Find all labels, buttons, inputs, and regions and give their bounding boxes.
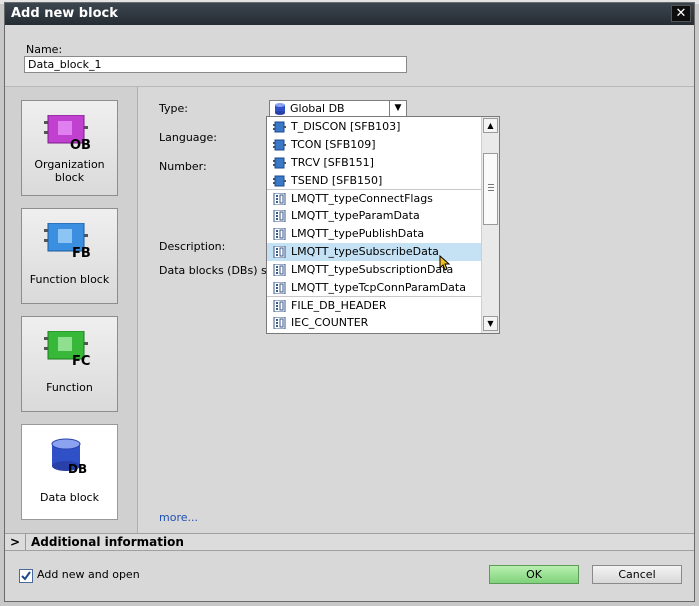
udt-icon [273, 282, 286, 294]
svg-text:FB: FB [72, 246, 91, 259]
dropdown-item-label: TRCV [SFB151] [291, 156, 374, 169]
divider [25, 534, 26, 550]
organization-block-label: Organization block [34, 158, 105, 184]
function-block-label: Function block [29, 273, 110, 286]
udt-icon [273, 210, 286, 222]
dialog-title: Add new block [11, 6, 118, 21]
organization-block-icon: OB [44, 115, 91, 151]
additional-information-bar[interactable]: > Additional information [5, 533, 694, 551]
function-block-tile[interactable]: FB Function block [21, 208, 118, 304]
dropdown-item-label: TSEND [SFB150] [291, 174, 383, 187]
dropdown-item-label: LMQTT_typeTcpConnParamData [291, 281, 466, 294]
function-icon: FC [44, 331, 90, 367]
dropdown-item-label: LMQTT_typePublishData [291, 227, 425, 240]
global-db-icon [275, 103, 285, 115]
data-block-icon: DB [51, 438, 87, 476]
dropdown-item-label: IEC_COUNTER [291, 316, 369, 329]
dropdown-item[interactable]: LMQTT_typeParamData [267, 207, 481, 225]
dropdown-item-label: LMQTT_typeParamData [291, 209, 420, 222]
svg-text:FC: FC [72, 354, 90, 367]
function-tile[interactable]: FC Function [21, 316, 118, 412]
grip-line [488, 187, 494, 188]
udt-icon [273, 246, 286, 258]
dialog-titlebar[interactable]: Add new block ✕ [5, 3, 694, 25]
dialog-footer: Add new and open OK Cancel [5, 552, 694, 601]
description-label: Description: [159, 240, 226, 253]
ok-button[interactable]: OK [489, 565, 579, 584]
name-input[interactable] [24, 56, 407, 73]
chevron-right-icon[interactable]: > [10, 535, 20, 549]
type-select-value: Global DB [290, 102, 345, 115]
cancel-button[interactable]: Cancel [592, 565, 682, 584]
dropdown-item-label: FILE_DB_HEADER [291, 299, 387, 312]
dropdown-item-label: LMQTT_typeSubscriptionData [291, 263, 454, 276]
data-block-label: Data block [40, 491, 99, 504]
data-block-tile[interactable]: DB Data block [21, 424, 118, 520]
dropdown-item[interactable]: T_DISCON [SFB103] [267, 118, 481, 136]
sfb-icon [273, 121, 286, 133]
scroll-down-button[interactable]: ▼ [483, 316, 498, 331]
description-text: Data blocks (DBs) sa [159, 264, 269, 277]
scroll-thumb[interactable] [483, 153, 498, 225]
mouse-cursor-icon [439, 255, 451, 271]
dropdown-item-label: TCON [SFB109] [291, 138, 376, 151]
checkmark-icon [21, 571, 31, 581]
add-new-and-open-label: Add new and open [37, 568, 140, 581]
chevron-down-icon[interactable]: ▼ [389, 101, 406, 116]
dropdown-scrollbar[interactable]: ▲ ▼ [481, 117, 499, 333]
name-label: Name: [26, 43, 63, 56]
type-label: Type: [159, 102, 188, 115]
function-label: Function [46, 381, 93, 394]
udt-icon [273, 193, 286, 205]
dropdown-item-label: LMQTT_typeConnectFlags [291, 192, 433, 205]
grip-line [488, 190, 494, 191]
svg-text:DB: DB [68, 462, 87, 476]
close-button[interactable]: ✕ [671, 5, 691, 22]
dropdown-item[interactable]: LMQTT_typeTcpConnParamData [267, 279, 481, 297]
function-block-icon: FB [44, 223, 91, 259]
sfb-icon [273, 175, 286, 187]
udt-icon [273, 264, 286, 276]
udt-icon [273, 228, 286, 240]
dropdown-item[interactable]: IEC_COUNTER [267, 314, 481, 332]
sfb-icon [273, 139, 286, 151]
dropdown-item-label: T_DISCON [SFB103] [291, 120, 401, 133]
svg-text:OB: OB [70, 138, 91, 151]
dropdown-item[interactable]: TRCV [SFB151] [267, 154, 481, 172]
dropdown-item[interactable]: LMQTT_typePublishData [267, 225, 481, 243]
udt-icon [273, 317, 286, 329]
scroll-up-button[interactable]: ▲ [483, 118, 498, 133]
type-select[interactable]: Global DB ▼ [269, 100, 407, 117]
dropdown-item[interactable]: TCON [SFB109] [267, 136, 481, 154]
name-section: Name: [5, 25, 694, 87]
block-type-panel: OB Organization block FB Function block … [5, 87, 138, 533]
sfb-icon [273, 157, 286, 169]
type-dropdown-list[interactable]: T_DISCON [SFB103] TCON [SFB109] TRCV [SF… [266, 116, 500, 334]
additional-information-label: Additional information [31, 535, 184, 549]
dropdown-item[interactable]: FILE_DB_HEADER [267, 296, 481, 314]
dropdown-item-label: LMQTT_typeSubscribeData [291, 245, 439, 258]
dropdown-item[interactable]: TSEND [SFB150] [267, 172, 481, 190]
language-label: Language: [159, 131, 217, 144]
organization-block-tile[interactable]: OB Organization block [21, 100, 118, 196]
more-link[interactable]: more... [159, 511, 198, 524]
number-label: Number: [159, 160, 207, 173]
dropdown-item[interactable]: LMQTT_typeConnectFlags [267, 189, 481, 207]
add-new-and-open-checkbox[interactable] [19, 569, 33, 583]
grip-line [488, 184, 494, 185]
udt-icon [273, 300, 286, 312]
